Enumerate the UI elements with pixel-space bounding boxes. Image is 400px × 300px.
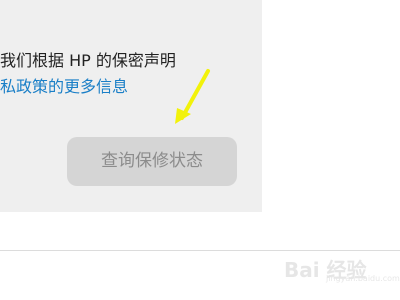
watermark-url: jingyan.baidu.com (326, 274, 400, 283)
privacy-statement-text: 我们根据 HP 的保密声明 (0, 51, 176, 70)
check-warranty-button[interactable]: 查询保修状态 (67, 137, 237, 186)
page: 我们根据 HP 的保密声明 私政策的更多信息 查询保修状态 Bai 经验 jin… (0, 0, 400, 300)
privacy-policy-link[interactable]: 私政策的更多信息 (0, 74, 128, 100)
yellow-arrow-icon (175, 69, 210, 124)
baidu-watermark: Bai 经验 jingyan.baidu.com (284, 252, 400, 283)
divider (0, 250, 400, 251)
warranty-panel: 我们根据 HP 的保密声明 私政策的更多信息 查询保修状态 (0, 0, 262, 212)
